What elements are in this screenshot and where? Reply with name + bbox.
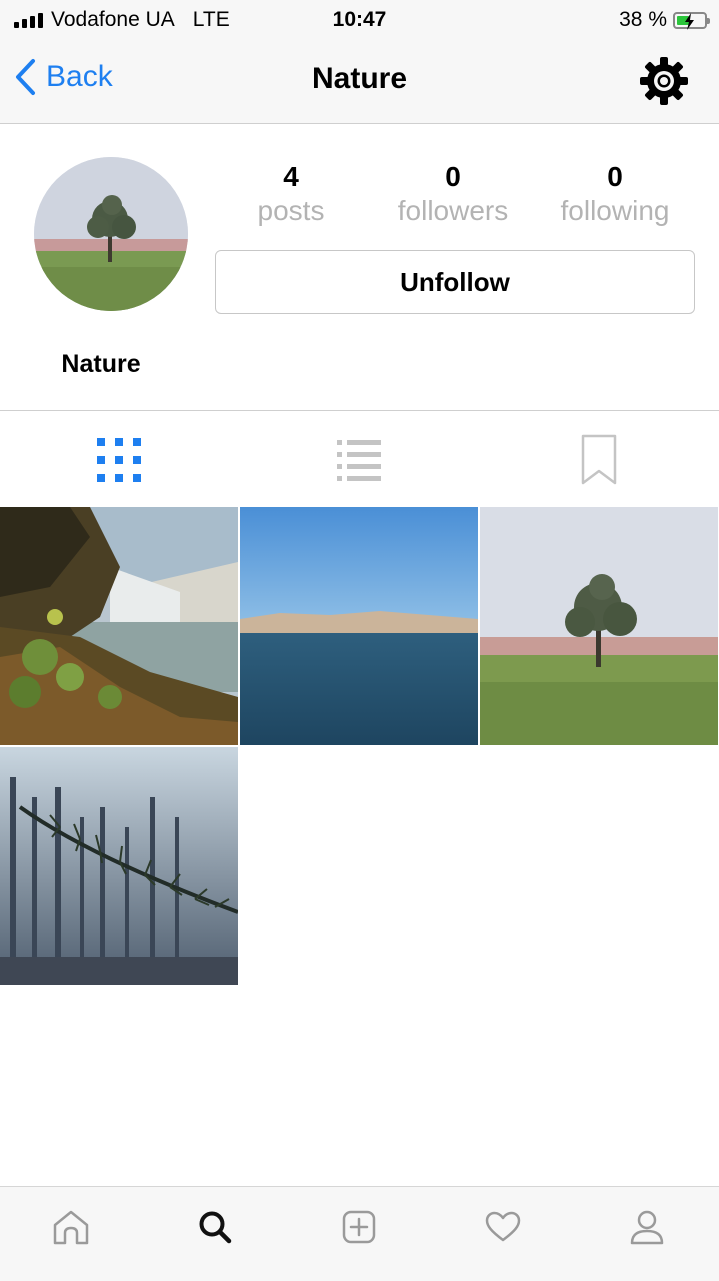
- status-bar: Vodafone UA LTE 10:47 38 %: [0, 0, 719, 40]
- following-count[interactable]: 0 following: [540, 160, 690, 228]
- unfollow-button[interactable]: Unfollow: [215, 250, 695, 314]
- list-icon: [337, 440, 381, 481]
- posts-count[interactable]: 4 posts: [216, 160, 366, 228]
- followers-count[interactable]: 0 followers: [378, 160, 528, 228]
- search-icon: [199, 1211, 232, 1244]
- posts-count-label: posts: [257, 195, 325, 226]
- following-count-value: 0: [607, 161, 623, 192]
- posts-count-value: 4: [283, 161, 299, 192]
- tab-profile[interactable]: [625, 1205, 669, 1249]
- add-post-icon: [342, 1210, 376, 1244]
- profile-icon: [630, 1210, 664, 1245]
- avatar[interactable]: [34, 157, 188, 311]
- home-icon: [53, 1210, 89, 1245]
- heart-icon: [485, 1211, 521, 1242]
- tab-saved[interactable]: [569, 434, 629, 485]
- settings-button[interactable]: [639, 56, 689, 111]
- post-thumbnail-waterfall[interactable]: [0, 507, 238, 745]
- post-thumbnail-tree[interactable]: [480, 507, 718, 745]
- gear-icon: [640, 57, 688, 105]
- tab-search[interactable]: [193, 1205, 237, 1249]
- followers-count-value: 0: [445, 161, 461, 192]
- tab-grid-view[interactable]: [89, 435, 149, 485]
- tab-activity[interactable]: [481, 1205, 525, 1249]
- followers-count-label: followers: [397, 195, 509, 226]
- tab-list-view[interactable]: [329, 435, 389, 485]
- bookmark-icon: [581, 434, 617, 485]
- post-thumbnail-sea[interactable]: [240, 507, 478, 745]
- bottom-tab-bar: [0, 1186, 719, 1281]
- navigation-bar: Back Nature: [0, 40, 719, 124]
- page-title: Nature: [311, 62, 408, 95]
- profile-name: Nature: [61, 350, 141, 378]
- grid-icon: [97, 438, 141, 482]
- post-thumbnail-pine-forest[interactable]: [0, 747, 238, 985]
- battery-icon: [673, 11, 710, 30]
- battery-percent: 38 %: [619, 8, 667, 31]
- following-count-label: following: [560, 195, 670, 226]
- battery-info: 38 %: [619, 8, 710, 32]
- tab-home[interactable]: [49, 1205, 93, 1249]
- tab-new-post[interactable]: [337, 1205, 381, 1249]
- clock: 10:47: [332, 8, 387, 31]
- view-tabs: [0, 410, 719, 507]
